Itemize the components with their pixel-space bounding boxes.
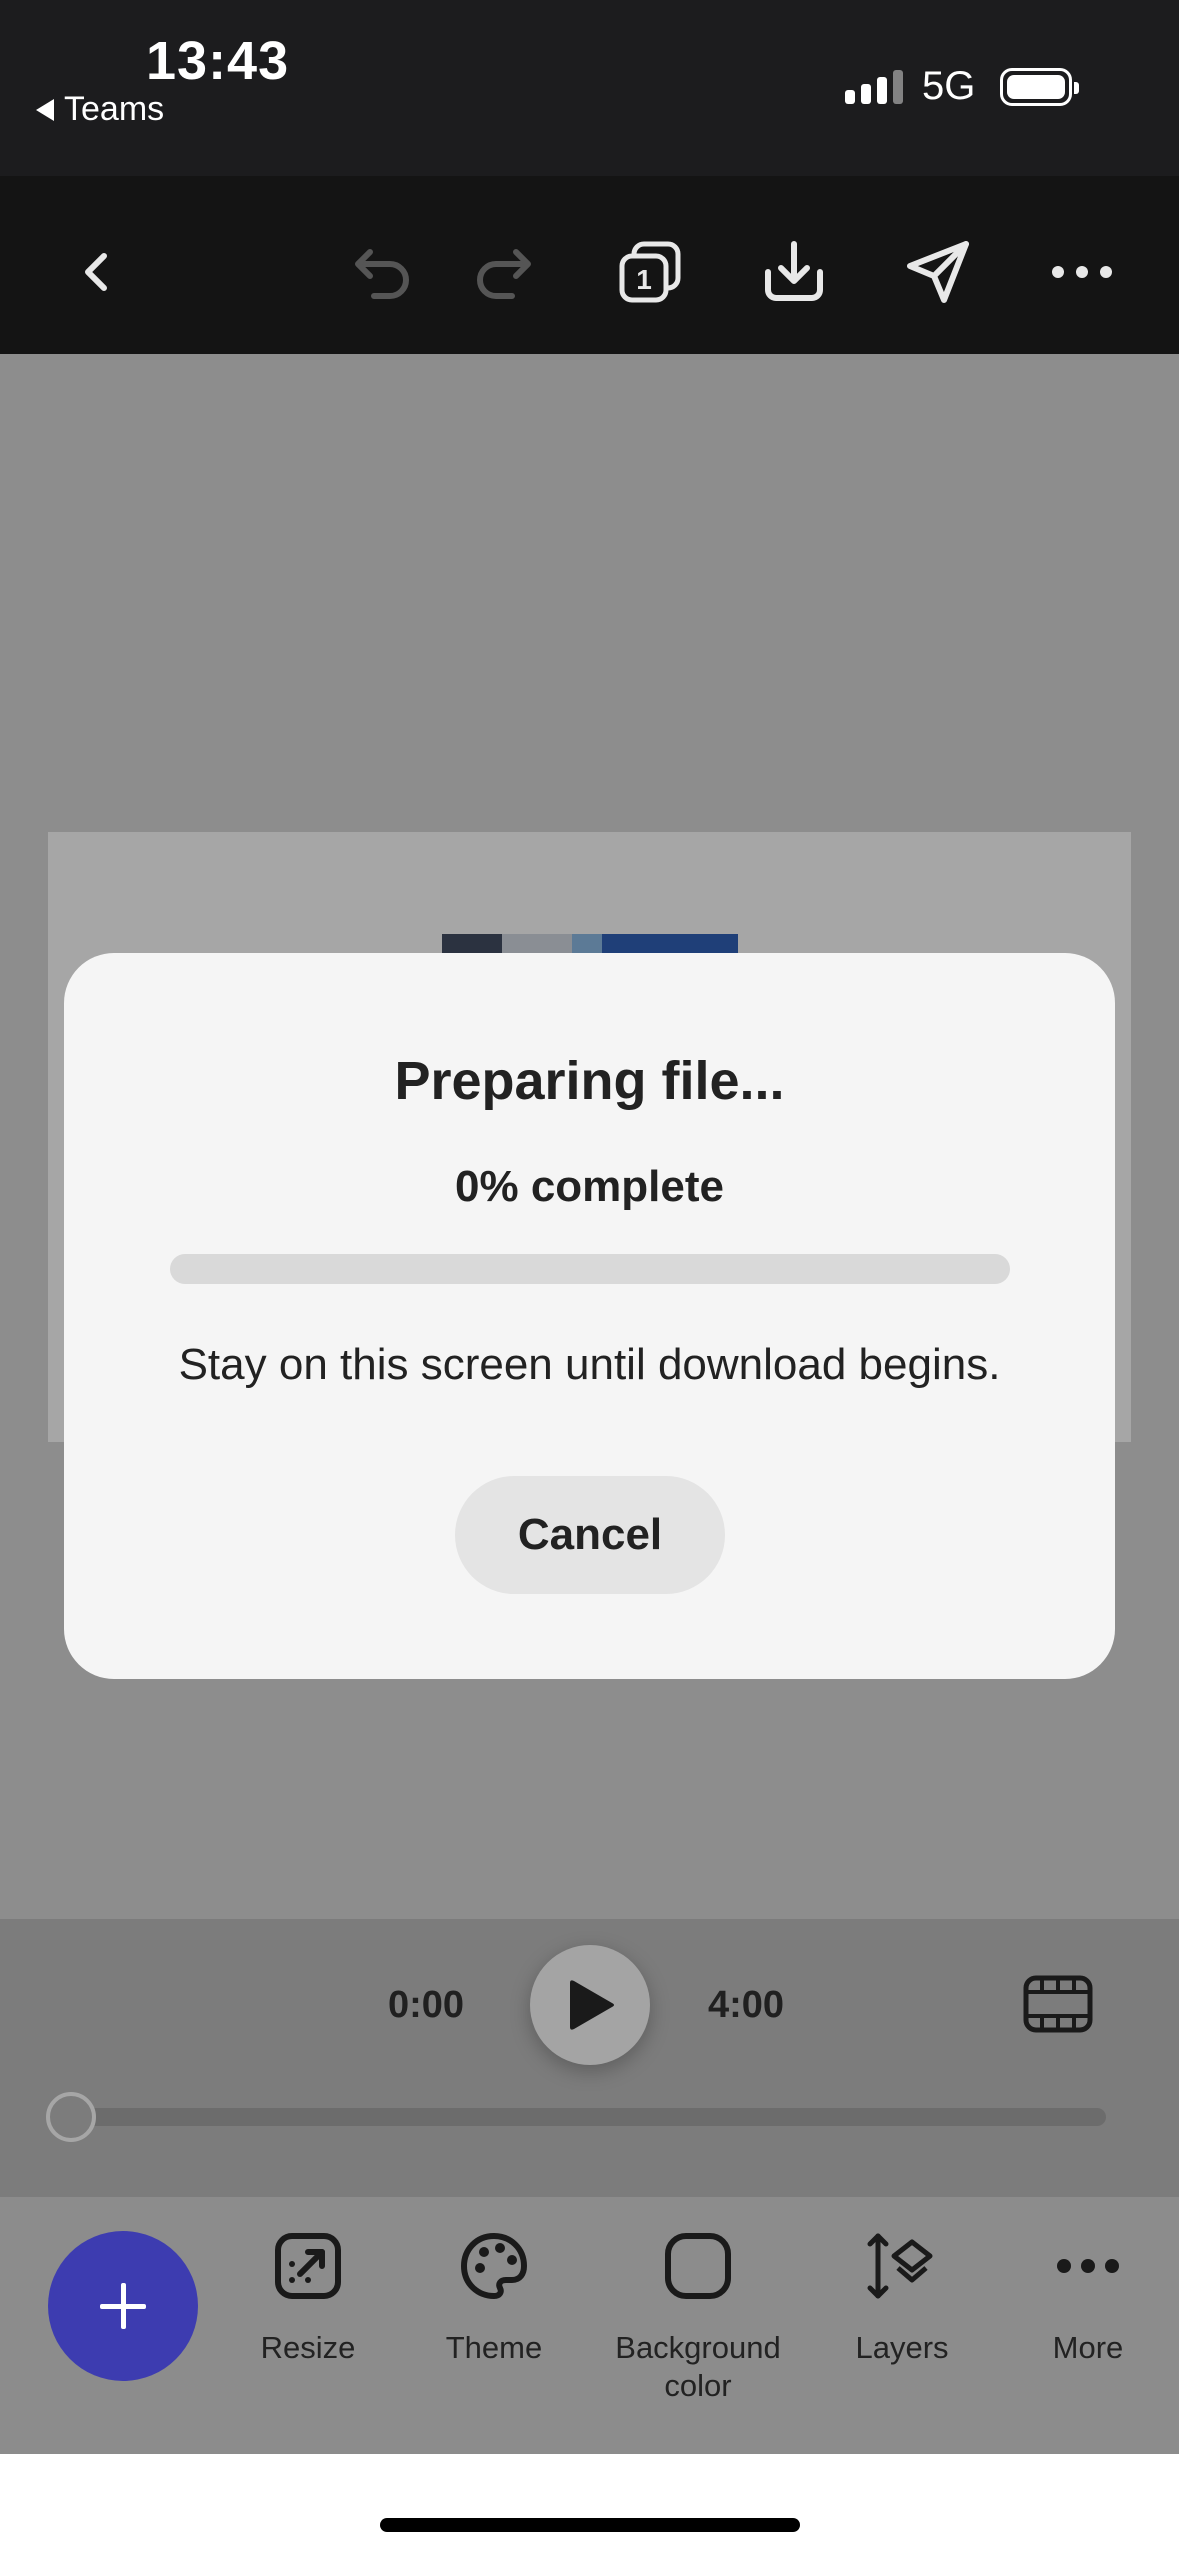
more-icon [1057, 2259, 1119, 2273]
home-indicator-area [0, 2454, 1179, 2556]
palette-icon [461, 2233, 527, 2299]
back-app-label: Teams [64, 90, 165, 128]
progress-percent-text: 0% complete [455, 1162, 724, 1211]
download-icon[interactable] [756, 234, 832, 310]
pages-count: 1 [636, 264, 652, 295]
redo-icon[interactable] [468, 234, 544, 310]
home-indicator[interactable] [380, 2518, 800, 2532]
playback-current-time: 0:00 [388, 1984, 465, 2026]
cancel-button[interactable]: Cancel [455, 1476, 725, 1594]
tool-label: More [1052, 2330, 1124, 2365]
tool-more[interactable]: More [998, 2228, 1178, 2367]
more-icon[interactable] [1044, 234, 1120, 310]
play-button[interactable] [530, 1945, 650, 2065]
pages-icon[interactable]: 1 [612, 234, 688, 310]
dialog-title: Preparing file... [394, 1051, 785, 1111]
undo-icon[interactable] [342, 234, 418, 310]
timeline-scrubber-track[interactable] [70, 2108, 1106, 2126]
network-type: 5G [922, 64, 976, 108]
dialog-message: Stay on this screen until download begin… [178, 1340, 1001, 1389]
tool-background-color[interactable]: Background color [608, 2228, 788, 2405]
layers-icon [867, 2233, 933, 2299]
tool-label: Theme [445, 2330, 543, 2365]
status-time: 13:43 [146, 31, 290, 91]
back-to-app-link[interactable]: Teams [36, 90, 164, 129]
back-triangle-icon [36, 98, 54, 121]
tool-theme[interactable]: Theme [404, 2228, 584, 2367]
status-bar: 13:43 Teams 5G [0, 0, 1179, 176]
add-button[interactable] [48, 2231, 198, 2381]
editor-toolbar: 1 [0, 176, 1179, 354]
tool-label: Layers [855, 2330, 949, 2365]
cellular-signal-icon [845, 70, 903, 104]
share-icon[interactable] [900, 234, 976, 310]
battery-icon [1000, 68, 1079, 106]
playback-duration: 4:00 [708, 1984, 785, 2026]
back-icon[interactable] [58, 234, 134, 310]
resize-icon [275, 2233, 341, 2299]
film-icon[interactable] [1022, 1972, 1094, 2036]
tool-resize[interactable]: Resize [218, 2228, 398, 2367]
progress-bar [170, 1254, 1010, 1284]
tool-label: Resize [260, 2330, 356, 2365]
background-color-icon [665, 2233, 731, 2299]
play-icon [570, 1980, 614, 2030]
tool-layers[interactable]: Layers [812, 2228, 992, 2367]
tool-label: Background color [615, 2330, 781, 2403]
timeline-scrubber-handle[interactable] [46, 2092, 96, 2142]
